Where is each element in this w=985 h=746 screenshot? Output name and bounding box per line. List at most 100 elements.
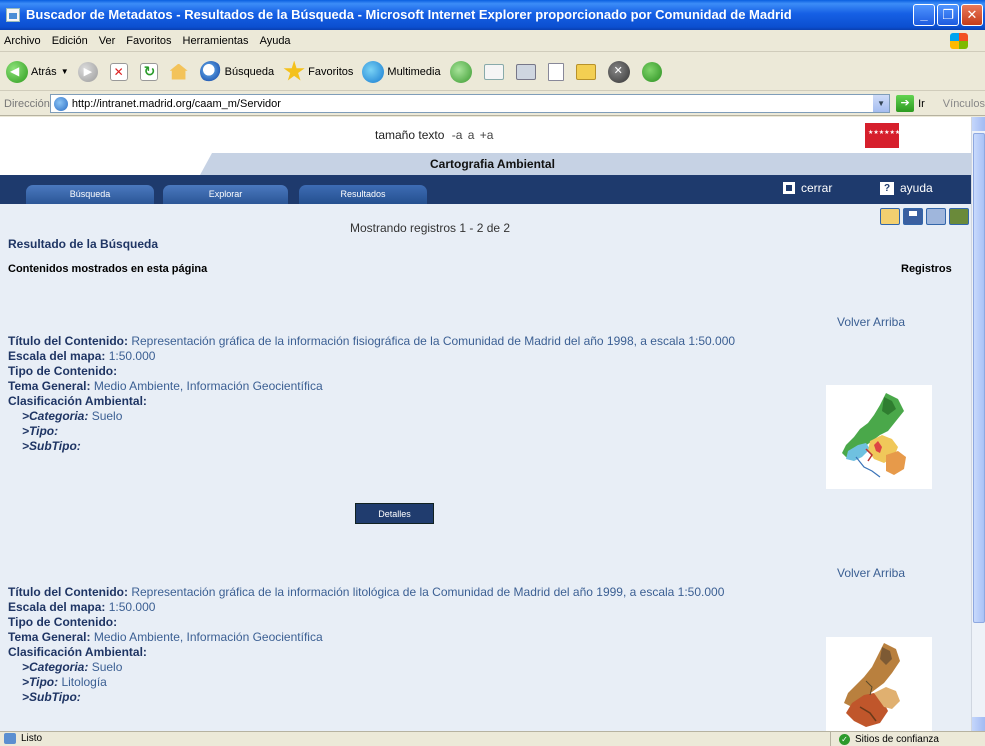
type-label: Tipo de Contenido:	[8, 615, 118, 629]
page-icon	[53, 96, 68, 111]
back-to-top-link[interactable]: Volver Arriba	[837, 566, 905, 580]
record-theme-row: Tema General: Medio Ambiente, Informació…	[8, 379, 788, 394]
folder-icon	[575, 63, 596, 80]
home-button[interactable]	[169, 63, 191, 80]
tab-explorar[interactable]: Explorar	[163, 185, 288, 204]
menu-archivo[interactable]: Archivo	[4, 35, 41, 47]
record-tipo: Litología	[61, 675, 107, 689]
menu-edicion[interactable]: Edición	[52, 35, 88, 47]
scroll-down-icon[interactable]	[972, 717, 985, 731]
text-size-controls: tamaño texto -a a +a	[375, 128, 493, 142]
text-size-normal[interactable]: a	[468, 128, 475, 142]
maximize-button[interactable]: ❐	[937, 4, 959, 26]
record-theme-row: Tema General: Medio Ambiente, Informació…	[8, 630, 788, 645]
save-icon[interactable]	[903, 208, 923, 225]
nav-bar: Búsqueda Explorar Resultados cerrar ? ay…	[0, 175, 971, 204]
forward-button[interactable]	[77, 61, 101, 82]
favorites-button[interactable]: Favoritos	[283, 60, 353, 83]
window-titlebar[interactable]: Buscador de Metadatos - Resultados de la…	[0, 0, 985, 30]
record-thumbnail[interactable]	[826, 385, 932, 489]
history-button[interactable]	[449, 60, 475, 83]
status-left: Listo	[4, 733, 42, 744]
scroll-thumb[interactable]	[973, 133, 985, 623]
type-label: Tipo de Contenido:	[8, 364, 118, 378]
links-label[interactable]: Vínculos	[943, 98, 985, 110]
menu-herramientas[interactable]: Herramientas	[183, 35, 249, 47]
menu-ayuda[interactable]: Ayuda	[260, 35, 291, 47]
tab-busqueda[interactable]: Búsqueda	[26, 185, 154, 204]
record-thumbnail[interactable]	[826, 637, 932, 731]
security-zone[interactable]: ✓ Sitios de confianza	[830, 732, 939, 746]
category-label: >Categoria:	[22, 409, 89, 423]
back-label: Atrás	[31, 65, 57, 78]
forward-arrow-icon	[77, 61, 98, 82]
text-size-smaller[interactable]: -a	[452, 128, 463, 142]
browser-toolbar: Atrás▼ Búsqueda Favoritos Multimedia	[0, 53, 985, 91]
litologia-map-icon	[826, 637, 932, 731]
close-link[interactable]: cerrar	[783, 181, 832, 195]
export-icon[interactable]	[949, 208, 969, 225]
windows-logo-icon	[950, 33, 968, 49]
search-label: Búsqueda	[224, 65, 275, 78]
refresh-button[interactable]	[139, 62, 161, 81]
help-link[interactable]: ? ayuda	[880, 181, 933, 195]
record-theme: Medio Ambiente, Información Geocientífic…	[93, 379, 323, 393]
details-button[interactable]: Detalles	[355, 503, 434, 524]
subtipo-label: >SubTipo:	[22, 439, 81, 453]
mail-button[interactable]	[483, 63, 507, 80]
messenger-icon	[641, 61, 662, 82]
back-button[interactable]: Atrás▼	[6, 60, 69, 83]
minimize-icon: _	[920, 7, 928, 22]
print-button[interactable]	[515, 63, 539, 80]
media-icon	[362, 60, 385, 83]
record-title-row: Título del Contenido: Representación grá…	[8, 585, 788, 600]
record-details: Título del Contenido: Representación grá…	[8, 585, 788, 705]
close-tool-button[interactable]	[607, 60, 633, 83]
status-text: Listo	[21, 733, 43, 744]
back-to-top-link[interactable]: Volver Arriba	[837, 315, 905, 329]
scale-label: Escala del mapa:	[8, 349, 106, 363]
subtipo-label: >SubTipo:	[22, 690, 81, 704]
close-icon: ✕	[966, 7, 978, 22]
address-label: Dirección	[4, 97, 50, 110]
comunidad-madrid-logo: ★★★★★★★	[865, 123, 906, 148]
text-size-label: tamaño texto	[375, 128, 445, 142]
open-folder-icon[interactable]	[880, 208, 900, 225]
classification-label: Clasificación Ambiental:	[8, 394, 147, 408]
mail-icon	[483, 63, 504, 80]
media-button[interactable]: Multimedia	[362, 60, 441, 83]
search-icon	[199, 60, 222, 83]
address-dropdown-icon[interactable]: ▼	[873, 95, 890, 112]
search-button[interactable]: Búsqueda	[199, 60, 275, 83]
home-icon	[169, 63, 188, 80]
zone-text: Sitios de confianza	[855, 734, 939, 745]
close-square-icon	[783, 182, 795, 194]
section-title: Cartografia Ambiental	[430, 157, 555, 171]
record-type-row: Tipo de Contenido:	[8, 364, 788, 379]
record-subtype-row: >SubTipo:	[8, 690, 788, 705]
go-button[interactable]: ➔ Ir	[896, 95, 925, 112]
address-input[interactable]: http://intranet.madrid.org/caam_m/Servid…	[49, 94, 891, 113]
messenger-button[interactable]	[641, 61, 665, 82]
go-arrow-icon: ➔	[896, 95, 915, 112]
print-results-icon[interactable]	[926, 208, 946, 225]
x-circle-icon	[607, 60, 630, 83]
records-count: Mostrando registros 1 - 2 de 2	[350, 221, 511, 235]
menu-ver[interactable]: Ver	[99, 35, 116, 47]
record-classification-row: Clasificación Ambiental:	[8, 394, 788, 409]
scroll-up-icon[interactable]	[972, 117, 985, 131]
text-size-larger[interactable]: +a	[480, 128, 494, 142]
minimize-button[interactable]: _	[913, 4, 935, 26]
close-window-button[interactable]: ✕	[961, 4, 983, 26]
record-type-row: Tipo de Contenido:	[8, 615, 788, 630]
vertical-scrollbar[interactable]	[971, 117, 985, 731]
tab-resultados[interactable]: Resultados	[299, 185, 427, 204]
address-bar: Dirección http://intranet.madrid.org/caa…	[0, 92, 985, 116]
maximize-icon: ❐	[942, 7, 954, 22]
stop-button[interactable]	[109, 62, 131, 81]
menu-favoritos[interactable]: Favoritos	[126, 35, 171, 47]
record-category: Suelo	[91, 409, 123, 423]
edit-button[interactable]	[547, 62, 567, 81]
folder-button[interactable]	[575, 63, 599, 80]
print-icon	[515, 63, 536, 80]
